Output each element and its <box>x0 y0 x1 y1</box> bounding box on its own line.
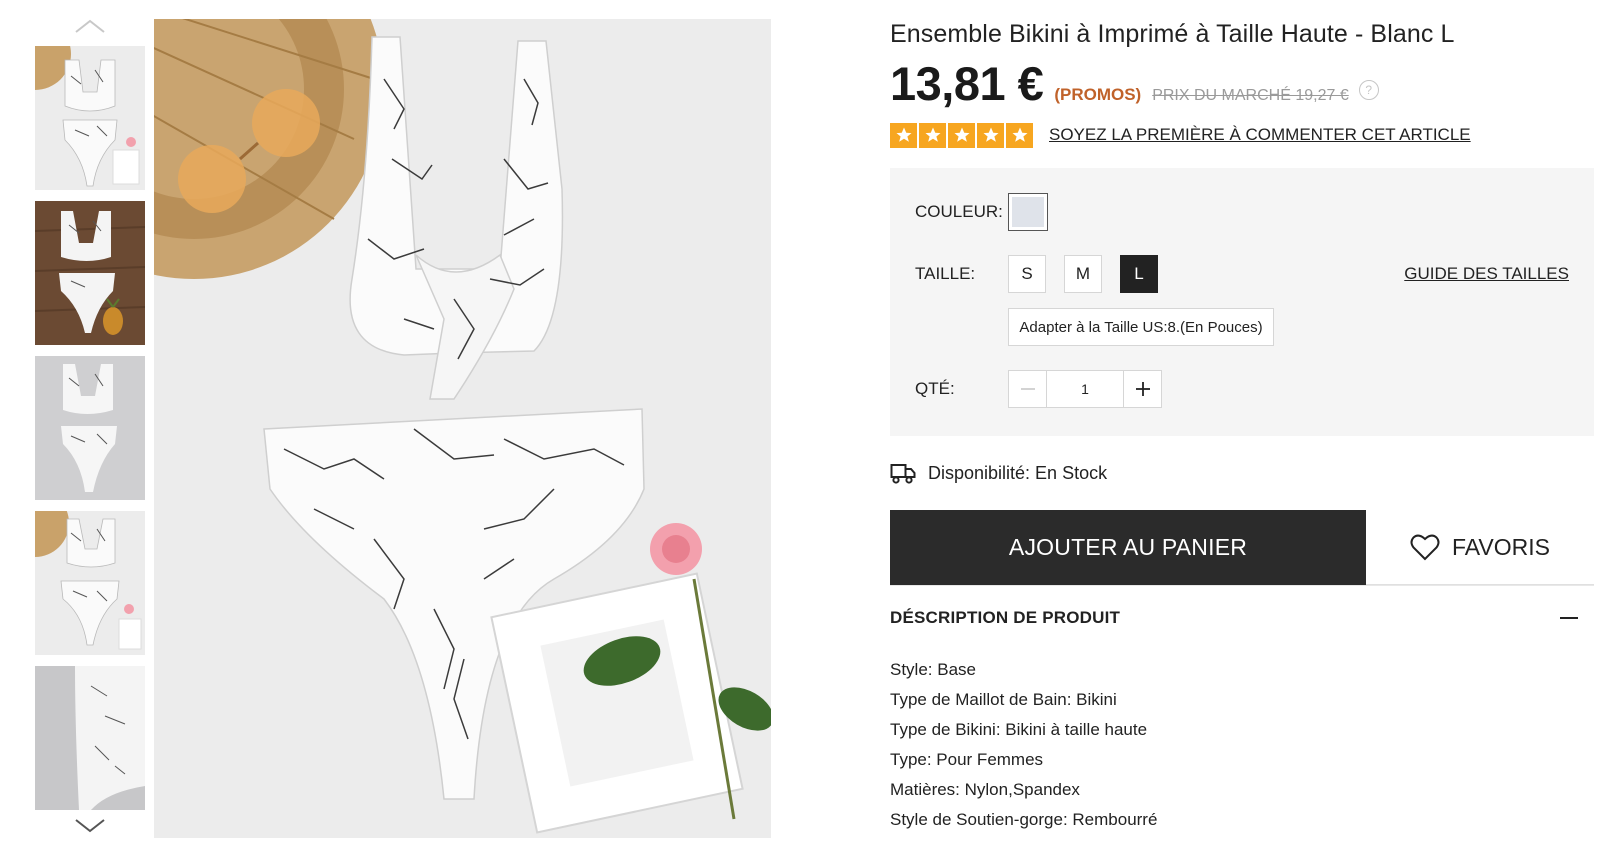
quantity-decrease-button[interactable] <box>1009 371 1046 407</box>
thumbnail-4[interactable] <box>35 511 145 655</box>
thumbnail-list <box>35 46 145 821</box>
size-option-m[interactable]: M <box>1064 255 1102 293</box>
star-icon <box>919 122 946 148</box>
spec-item: Style de Soutien-gorge: Rembourré <box>890 810 1158 829</box>
promo-label: (PROMOS) <box>1054 85 1142 104</box>
rating-row: SOYEZ LA PREMIÈRE À COMMENTER CET ARTICL… <box>890 122 1594 148</box>
color-label: COULEUR: <box>915 202 1003 221</box>
size-option-l[interactable]: L <box>1120 255 1158 293</box>
favorites-button[interactable]: FAVORIS <box>1366 510 1594 585</box>
thumbnail-1[interactable] <box>35 46 145 190</box>
quantity-stepper <box>1008 370 1162 408</box>
thumbnail-scroll-down-button[interactable] <box>72 816 108 836</box>
rating-stars <box>890 122 1035 148</box>
help-icon[interactable]: ? <box>1358 80 1379 100</box>
thumbnail-3[interactable] <box>35 356 145 500</box>
quantity-input[interactable] <box>1046 371 1124 407</box>
add-to-cart-button[interactable]: AJOUTER AU PANIER <box>890 510 1366 585</box>
plus-icon <box>1135 382 1150 396</box>
minus-icon <box>1020 388 1035 390</box>
size-option-s[interactable]: S <box>1008 255 1046 293</box>
price-row: 13,81 € (PROMOS) PRIX DU MARCHÉ 19,27 € … <box>890 56 1594 112</box>
photo-frame-illustration <box>490 572 744 834</box>
description-header[interactable]: DÉSCRIPTION DE PRODUIT <box>890 585 1594 649</box>
product-options-panel: COULEUR: TAILLE: S M L GUIDE DES TAILLES… <box>890 168 1594 436</box>
size-guide-link[interactable]: GUIDE DES TAILLES <box>1404 264 1569 284</box>
thumbnail-5[interactable] <box>35 666 145 810</box>
fit-note: Adapter à la Taille US:8.(En Pouces) <box>1008 308 1274 346</box>
description-title: DÉSCRIPTION DE PRODUIT <box>890 607 1121 627</box>
cta-row: AJOUTER AU PANIER FAVORIS <box>890 510 1594 585</box>
star-icon <box>890 122 917 148</box>
color-swatch-blanc[interactable] <box>1008 193 1048 231</box>
main-product-image[interactable] <box>154 19 771 838</box>
chevron-down-icon <box>75 819 105 833</box>
thumbnail-scroll-up-button[interactable] <box>72 16 108 36</box>
star-icon <box>948 122 975 148</box>
spec-item: Style: Base <box>890 660 976 679</box>
star-icon <box>1006 122 1033 148</box>
heart-icon <box>1410 534 1440 561</box>
write-review-link[interactable]: SOYEZ LA PREMIÈRE À COMMENTER CET ARTICL… <box>1049 125 1471 145</box>
star-icon <box>977 122 1004 148</box>
spec-item: Matières: Nylon,Spandex <box>890 780 1080 799</box>
product-title: Ensemble Bikini à Imprimé à Taille Haute… <box>890 20 1455 48</box>
collapse-icon[interactable] <box>1558 607 1580 629</box>
thumbnail-2[interactable] <box>35 201 145 345</box>
delivery-truck-icon <box>890 464 916 484</box>
availability-text: Disponibilité: En Stock <box>928 462 1108 483</box>
quantity-label: QTÉ: <box>915 379 955 398</box>
chevron-up-icon <box>75 19 105 33</box>
spec-item: Type de Maillot de Bain: Bikini <box>890 690 1117 709</box>
market-price: PRIX DU MARCHÉ 19,27 € <box>1152 87 1349 104</box>
favorites-label: FAVORIS <box>1452 533 1550 560</box>
spec-list: Style: Base Type de Maillot de Bain: Bik… <box>890 655 1594 835</box>
availability-row: Disponibilité: En Stock <box>890 458 1594 488</box>
size-label: TAILLE: <box>915 264 976 283</box>
product-price: 13,81 € <box>890 57 1044 110</box>
product-details-panel: Ensemble Bikini à Imprimé à Taille Haute… <box>890 18 1594 835</box>
spec-item: Type: Pour Femmes <box>890 750 1044 769</box>
spec-item: Type de Bikini: Bikini à taille haute <box>890 720 1148 739</box>
quantity-increase-button[interactable] <box>1124 371 1161 407</box>
